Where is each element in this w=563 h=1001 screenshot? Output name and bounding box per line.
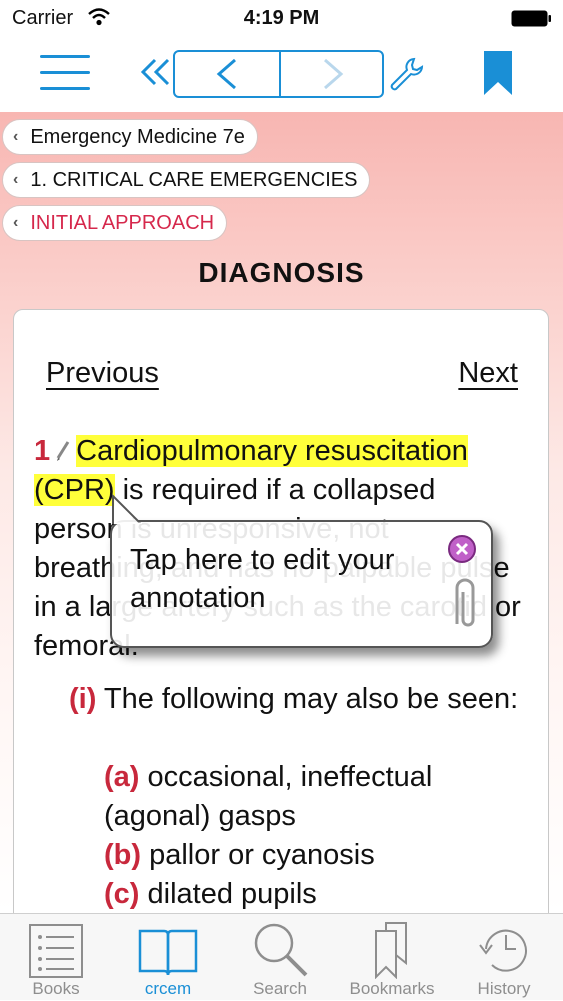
tab-label: Search [253, 979, 307, 998]
tab-label: Bookmarks [349, 979, 435, 998]
highlighted-text[interactable]: Cardiopulmonary resuscitation [76, 435, 468, 467]
close-icon[interactable] [447, 534, 477, 564]
tab-label: Books [32, 979, 80, 998]
chevron-left-icon [216, 58, 236, 90]
chevron-left-icon: ‹ [13, 214, 19, 231]
tab-history[interactable]: History [448, 914, 560, 1001]
list-item: (c) dilated pupils [104, 878, 317, 910]
search-icon [254, 923, 308, 977]
page-title: DIAGNOSIS [198, 257, 365, 288]
list-item: (b) pallor or cyanosis [104, 839, 375, 871]
tab-search[interactable]: Search [224, 914, 336, 1001]
wrench-icon[interactable] [388, 56, 424, 92]
chevron-right-icon [324, 58, 344, 90]
bookmark-icon[interactable] [483, 50, 513, 96]
tab-bar: Books crcem Search Bookmarks History [0, 913, 563, 1000]
battery-icon [511, 10, 551, 27]
highlighted-text[interactable]: (CPR) [34, 474, 115, 506]
back-button[interactable] [175, 52, 279, 96]
tab-label: crcem [144, 979, 192, 998]
tooltip-text: Tap here to edit your annotation [130, 544, 395, 614]
breadcrumb-book[interactable]: ‹ Emergency Medicine 7e [2, 119, 258, 155]
status-bar: Carrier 4:19 PM [0, 0, 563, 38]
chevron-left-icon: ‹ [13, 171, 19, 188]
double-back-icon[interactable] [140, 52, 172, 92]
clock-icon [479, 929, 527, 972]
tab-books[interactable]: Books [0, 914, 112, 1001]
paperclip-icon [455, 578, 475, 627]
previous-link[interactable]: Previous [46, 357, 159, 390]
list-item: (a) occasional, ineffectual (agonal) gas… [104, 761, 433, 832]
content-area: ‹ Emergency Medicine 7e ‹ 1. CRITICAL CA… [0, 112, 563, 913]
sub-list: (a) occasional, ineffectual (agonal) gas… [104, 758, 524, 913]
sub-item-i: (i) The following may also be seen: [69, 683, 519, 715]
clock-time: 4:19 PM [243, 7, 320, 29]
forward-button[interactable] [281, 52, 385, 96]
tab-bookmarks[interactable]: Bookmarks [336, 914, 448, 1001]
annotation-tooltip[interactable]: Tap here to edit your annotation [110, 494, 493, 648]
bookmarks-icon [375, 922, 407, 979]
breadcrumb-chapter[interactable]: ‹ 1. CRITICAL CARE EMERGENCIES [2, 162, 371, 198]
menu-button[interactable] [40, 53, 90, 93]
tooltip-pointer [112, 494, 142, 524]
breadcrumb-section[interactable]: ‹ INITIAL APPROACH [2, 205, 228, 241]
list-icon [29, 924, 83, 978]
nav-bar [0, 38, 563, 112]
history-nav-segment [173, 50, 384, 98]
section-number: 1 [34, 435, 51, 467]
tab-crcem[interactable]: crcem [112, 914, 224, 1001]
book-icon [138, 929, 198, 976]
tab-label: History [477, 979, 531, 998]
chevron-left-icon: ‹ [13, 128, 19, 145]
pencil-icon[interactable] [54, 440, 72, 462]
next-link[interactable]: Next [458, 357, 518, 390]
